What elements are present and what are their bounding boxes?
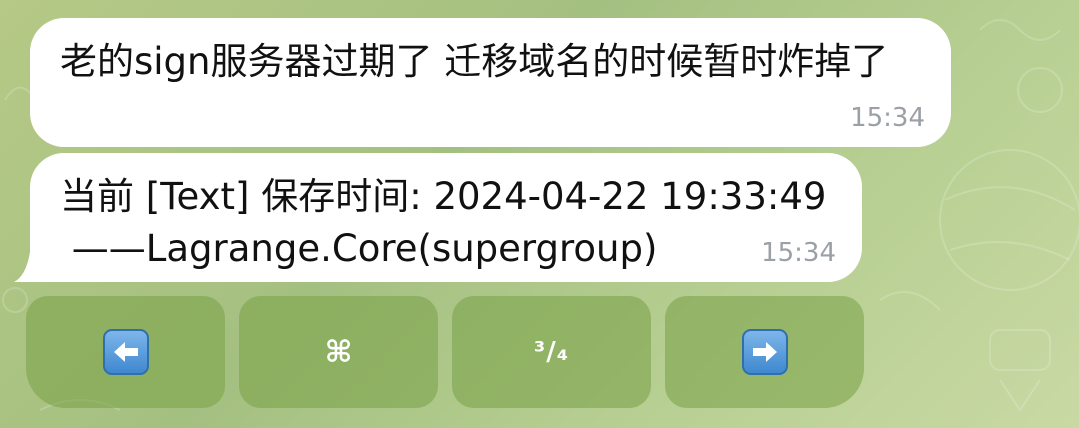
- keyboard-button-page[interactable]: ³/₄: [452, 296, 651, 408]
- keyboard-button-command[interactable]: ⌘: [239, 296, 438, 408]
- message-bubble[interactable]: 老的sign服务器过期了 迁移域名的时候暂时炸掉了 15:34: [30, 18, 951, 147]
- keyboard-button-label: ⌘: [324, 334, 353, 370]
- message-text: 老的sign服务器过期了 迁移域名的时候暂时炸掉了: [60, 40, 889, 83]
- keyboard-button-previous[interactable]: [26, 296, 225, 408]
- right-arrow-emoji-icon: [741, 329, 788, 375]
- keyboard-button-label: ³/₄: [533, 337, 570, 367]
- message-time: 15:34: [850, 103, 925, 133]
- message-time: 15:34: [761, 238, 836, 268]
- message-bubble[interactable]: 当前 [Text] 保存时间: 2024-04-22 19:33:49 ——La…: [30, 153, 862, 282]
- keyboard-button-next[interactable]: [665, 296, 864, 408]
- left-arrow-emoji-icon: [102, 329, 149, 375]
- message-text: 当前 [Text] 保存时间: 2024-04-22 19:33:49 ——La…: [60, 175, 827, 270]
